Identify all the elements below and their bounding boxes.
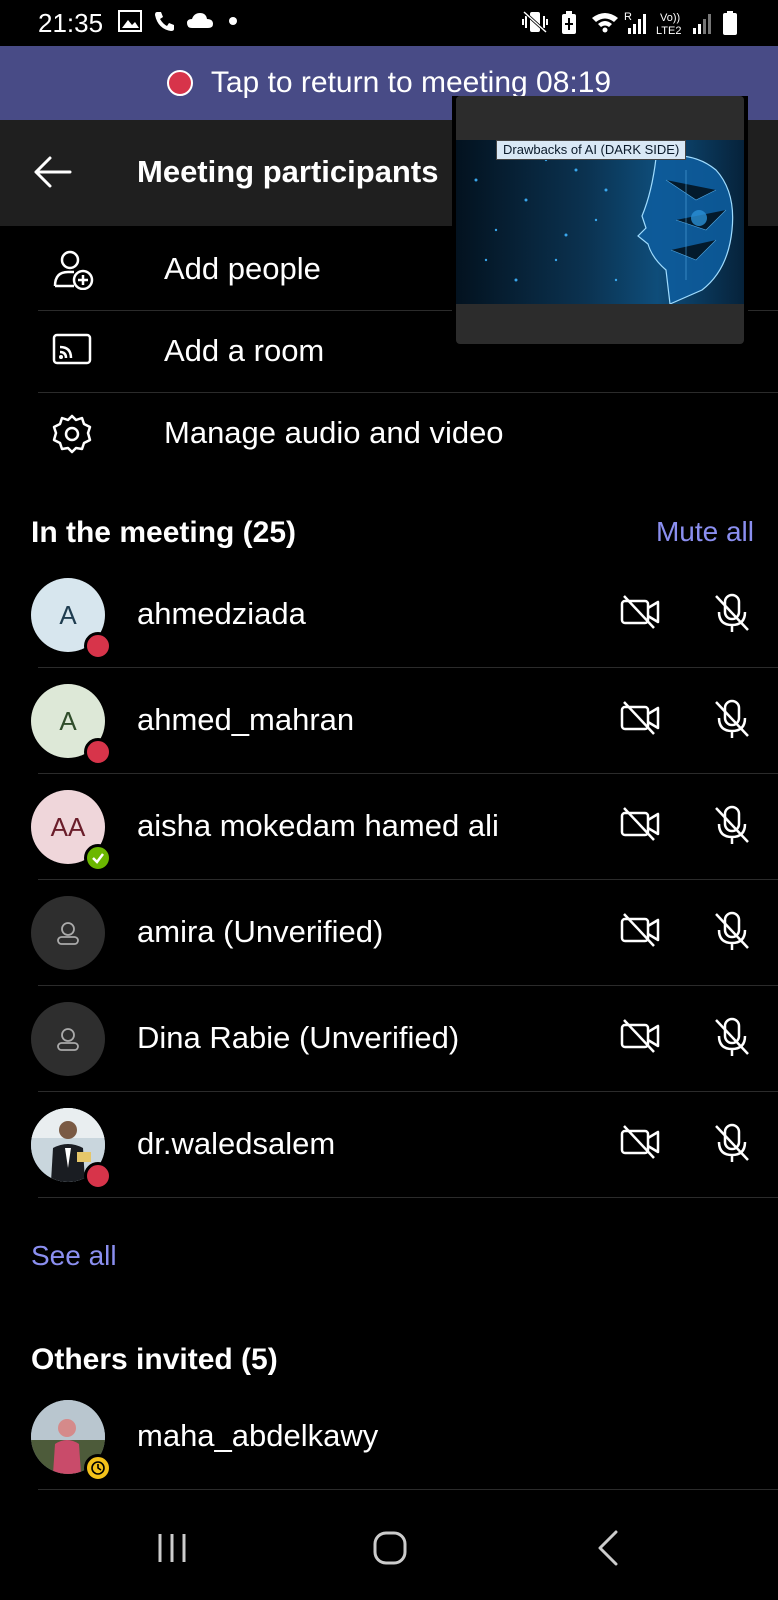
svg-text:R: R [624, 11, 632, 23]
volte-icon: Vo))LTE2 [656, 12, 681, 36]
battery-icon [723, 11, 737, 35]
participant-name: ahmed_mahran [137, 702, 355, 737]
recording-icon [166, 70, 193, 96]
avatar [31, 1002, 105, 1076]
mute-all-button[interactable]: Mute all [656, 516, 754, 548]
ai-face-illustration [474, 155, 734, 304]
participant-name: amira (Unverified) [137, 914, 384, 949]
divider [38, 1197, 778, 1198]
wifi-icon [592, 13, 618, 33]
person-icon [57, 1028, 79, 1051]
busy-status-icon [84, 1162, 112, 1190]
divider [38, 1489, 778, 1490]
participant-row[interactable]: dr.waledsalem [0, 1092, 778, 1198]
in-meeting-title: In the meeting (25) [31, 516, 297, 549]
participant-row[interactable]: A ahmed_mahran [0, 668, 778, 774]
video-off-icon [620, 913, 660, 947]
others-invited-title: Others invited (5) [31, 1343, 278, 1376]
vibrate-icon [522, 10, 548, 34]
participant-row[interactable]: AA aisha mokedam hamed ali [0, 774, 778, 880]
person-icon [57, 922, 79, 945]
busy-status-icon [84, 738, 112, 766]
cast-icon [52, 333, 92, 365]
svg-text:Vo)): Vo)) [660, 12, 680, 24]
add-people-label: Add people [164, 251, 321, 286]
signal-icon [693, 14, 711, 34]
mic-off-icon [715, 911, 749, 950]
svg-text:LTE2: LTE2 [656, 25, 681, 36]
home-icon[interactable] [372, 1530, 408, 1566]
add-room-label: Add a room [164, 333, 325, 368]
mic-off-icon [715, 1123, 749, 1162]
battery-saver-icon [562, 11, 576, 34]
mic-off-icon [715, 1017, 749, 1056]
dot-icon [229, 17, 237, 25]
gear-icon [52, 414, 92, 454]
participant-name: Dina Rabie (Unverified) [137, 1020, 460, 1055]
slide-title: Drawbacks of AI (DARK SIDE) [496, 140, 687, 160]
banner-text: Tap to return to meeting 08:19 [210, 66, 612, 99]
recent-apps-icon[interactable] [156, 1532, 190, 1564]
system-nav-bar [0, 1496, 778, 1600]
video-off-icon [620, 1019, 660, 1053]
participant-name: ahmedziada [137, 596, 306, 631]
avatar [31, 896, 105, 970]
shared-slide: Drawbacks of AI (DARK SIDE) [456, 140, 744, 304]
back-nav-icon[interactable] [596, 1530, 620, 1566]
mic-off-icon [715, 699, 749, 738]
manage-audio-video-label: Manage audio and video [164, 415, 504, 450]
mic-off-icon [715, 593, 749, 632]
invited-row[interactable]: maha_abdelkawy [0, 1384, 778, 1490]
participant-name: aisha mokedam hamed ali [137, 808, 499, 843]
meeting-pip-window[interactable]: Drawbacks of AI (DARK SIDE) [452, 96, 748, 392]
video-off-icon [620, 701, 660, 735]
phone-icon [155, 12, 174, 31]
video-off-icon [620, 807, 660, 841]
video-off-icon [620, 1125, 660, 1159]
status-bar: 21:35 R Vo)) LTE2 [0, 0, 778, 46]
see-all-link[interactable]: See all [31, 1240, 117, 1272]
add-person-icon [53, 250, 94, 290]
avatar-initials: A [59, 705, 77, 736]
mic-off-icon [715, 805, 749, 844]
participant-name: maha_abdelkawy [137, 1418, 379, 1453]
page-title: Meeting participants [137, 154, 439, 189]
cloud-icon [187, 13, 213, 28]
status-time: 21:35 [38, 8, 104, 38]
manage-audio-video-button[interactable]: Manage audio and video [38, 392, 778, 474]
participant-row[interactable]: amira (Unverified) [0, 880, 778, 986]
avatar-initials: A [59, 599, 77, 630]
back-arrow-icon[interactable] [32, 154, 72, 190]
image-icon [118, 10, 142, 32]
avatar-initials: AA [50, 811, 86, 842]
participant-row[interactable]: Dina Rabie (Unverified) [0, 986, 778, 1092]
signal-icon: R [624, 11, 646, 34]
away-clock-icon [84, 1454, 112, 1482]
participant-row[interactable]: A ahmedziada [0, 562, 778, 668]
available-status-icon [84, 844, 112, 872]
video-off-icon [620, 595, 660, 629]
participant-name: dr.waledsalem [137, 1126, 336, 1161]
busy-status-icon [84, 632, 112, 660]
